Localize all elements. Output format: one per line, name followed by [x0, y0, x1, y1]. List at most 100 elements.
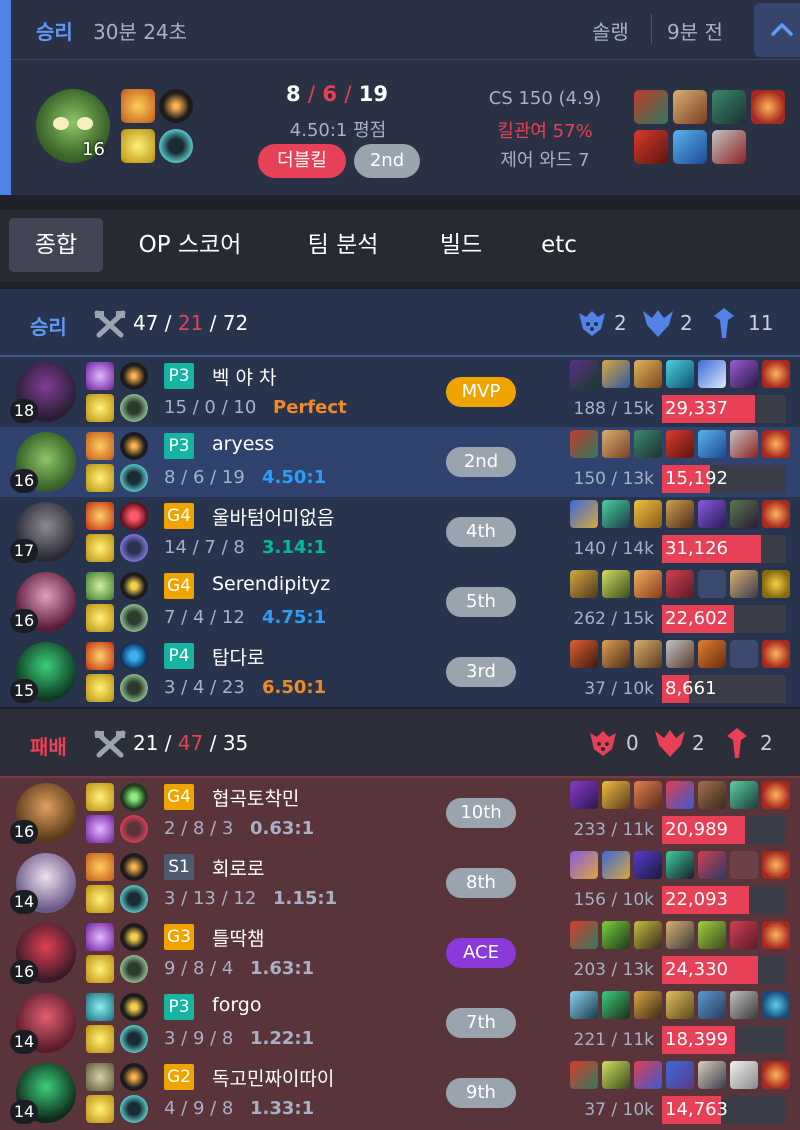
item-icon[interactable] [698, 991, 726, 1019]
item-icon[interactable] [570, 430, 598, 458]
player-row[interactable]: 14 G2 독고민짜이따이 4 / 9 / 8 1.33:1 9th 37 / … [0, 1058, 800, 1130]
rune-icon[interactable] [120, 993, 148, 1021]
rune-icon[interactable] [120, 642, 148, 670]
player-row[interactable]: 14 P3 forgo 3 / 9 / 8 1.22:1 7th 221 / 1… [0, 988, 800, 1058]
item-icon[interactable] [602, 921, 630, 949]
match-summary-card[interactable]: 승리 30분 24초 솔랭 9분 전 16 8 / 6 / 19 4.50:1 … [0, 0, 800, 195]
trinket-icon[interactable] [762, 640, 790, 668]
item-icon[interactable] [634, 570, 662, 598]
summoner-spell-icon[interactable] [86, 362, 114, 390]
trinket-icon[interactable] [751, 90, 785, 124]
item-icon[interactable] [602, 640, 630, 668]
flash-spell-icon[interactable] [86, 604, 114, 632]
rune-secondary-icon[interactable] [120, 394, 148, 422]
flash-spell-icon[interactable] [86, 674, 114, 702]
rune-secondary-icon[interactable] [120, 604, 148, 632]
summoner-spell-icon[interactable] [86, 1063, 114, 1091]
item-icon[interactable] [602, 851, 630, 879]
rune-secondary-icon[interactable] [120, 674, 148, 702]
summoner-spell-icon[interactable] [86, 923, 114, 951]
flash-spell-icon[interactable] [86, 464, 114, 492]
rune-secondary-icon[interactable] [159, 129, 193, 163]
item-icon[interactable] [602, 781, 630, 809]
rune-secondary-icon[interactable] [120, 1095, 148, 1123]
item-icon[interactable] [602, 991, 630, 1019]
summoner-name[interactable]: aryess [212, 433, 274, 455]
trinket-icon[interactable] [762, 500, 790, 528]
rune-secondary-icon[interactable] [120, 885, 148, 913]
item-icon[interactable] [570, 500, 598, 528]
flash-spell-icon[interactable] [86, 394, 114, 422]
player-row[interactable]: 14 S1 회로로 3 / 13 / 12 1.15:1 8th 156 / 1… [0, 848, 800, 918]
item-icon[interactable] [634, 781, 662, 809]
item-icon[interactable] [634, 991, 662, 1019]
summoner-spell-icon[interactable] [86, 815, 114, 843]
item-icon[interactable] [730, 781, 758, 809]
item-icon[interactable] [634, 90, 668, 124]
item-icon[interactable] [666, 921, 694, 949]
trinket-icon[interactable] [762, 991, 790, 1019]
item-icon[interactable] [666, 851, 694, 879]
item-icon[interactable] [730, 360, 758, 388]
player-row[interactable]: 18 P3 벡 야 차 15 / 0 / 10 Perfect MVP 188 … [0, 357, 800, 427]
item-icon[interactable] [634, 360, 662, 388]
item-icon[interactable] [666, 1061, 694, 1089]
summoner-spell-icon[interactable] [86, 432, 114, 460]
item-icon[interactable] [666, 570, 694, 598]
item-icon[interactable] [730, 1061, 758, 1089]
item-icon[interactable] [666, 430, 694, 458]
item-icon[interactable] [570, 1061, 598, 1089]
item-icon[interactable] [673, 90, 707, 124]
summoner-spell-icon[interactable] [86, 853, 114, 881]
rune-secondary-icon[interactable] [120, 955, 148, 983]
item-icon[interactable] [698, 1061, 726, 1089]
item-icon[interactable] [570, 991, 598, 1019]
player-row[interactable]: 16 G3 틀딱챔 9 / 8 / 4 1.63:1 ACE 203 / 13k… [0, 918, 800, 988]
summoner-spell-icon[interactable] [86, 572, 114, 600]
summoner-name[interactable]: 벡 야 차 [212, 363, 277, 390]
flash-spell-icon[interactable] [86, 1025, 114, 1053]
trinket-icon[interactable] [762, 1061, 790, 1089]
item-icon[interactable] [634, 851, 662, 879]
summoner-name[interactable]: Serendipityz [212, 573, 330, 595]
rune-secondary-icon[interactable] [120, 534, 148, 562]
summoner-spell-icon[interactable] [121, 89, 155, 123]
item-icon[interactable] [698, 781, 726, 809]
rune-icon[interactable] [120, 853, 148, 881]
rune-secondary-icon[interactable] [120, 815, 148, 843]
item-icon[interactable] [634, 430, 662, 458]
flash-spell-icon[interactable] [86, 1095, 114, 1123]
item-icon[interactable] [666, 991, 694, 1019]
rune-icon[interactable] [120, 502, 148, 530]
item-icon[interactable] [570, 921, 598, 949]
trinket-icon[interactable] [762, 570, 790, 598]
collapse-button[interactable] [754, 3, 800, 57]
item-icon[interactable] [570, 781, 598, 809]
item-icon[interactable] [698, 851, 726, 879]
summoner-name[interactable]: 탑다로 [212, 643, 264, 670]
rune-icon[interactable] [120, 783, 148, 811]
summoner-name[interactable]: 틀딱챔 [212, 924, 264, 951]
item-icon[interactable] [698, 430, 726, 458]
flash-spell-icon[interactable] [86, 534, 114, 562]
item-icon[interactable] [570, 360, 598, 388]
summoner-name[interactable]: 독고민짜이따이 [212, 1064, 334, 1091]
flash-spell-icon[interactable] [86, 955, 114, 983]
summoner-name[interactable]: 회로로 [212, 854, 264, 881]
player-row[interactable]: 16 G4 협곡토착민 2 / 8 / 3 0.63:1 10th 233 / … [0, 778, 800, 848]
item-icon[interactable] [666, 781, 694, 809]
item-icon[interactable] [666, 640, 694, 668]
player-row[interactable]: 15 P4 탑다로 3 / 4 / 23 6.50:1 3rd 37 / 10k… [0, 637, 800, 707]
summoner-name[interactable]: 울바텀어미없음 [212, 503, 334, 530]
summoner-name[interactable]: forgo [212, 994, 261, 1016]
rune-icon[interactable] [120, 432, 148, 460]
tab-op-score[interactable]: OP 스코어 [125, 218, 255, 272]
item-icon[interactable] [712, 130, 746, 164]
item-icon[interactable] [698, 921, 726, 949]
item-icon[interactable] [698, 640, 726, 668]
item-icon[interactable] [570, 640, 598, 668]
item-icon[interactable] [698, 500, 726, 528]
tab-etc[interactable]: etc [528, 218, 590, 272]
item-icon[interactable] [634, 921, 662, 949]
trinket-icon[interactable] [762, 781, 790, 809]
